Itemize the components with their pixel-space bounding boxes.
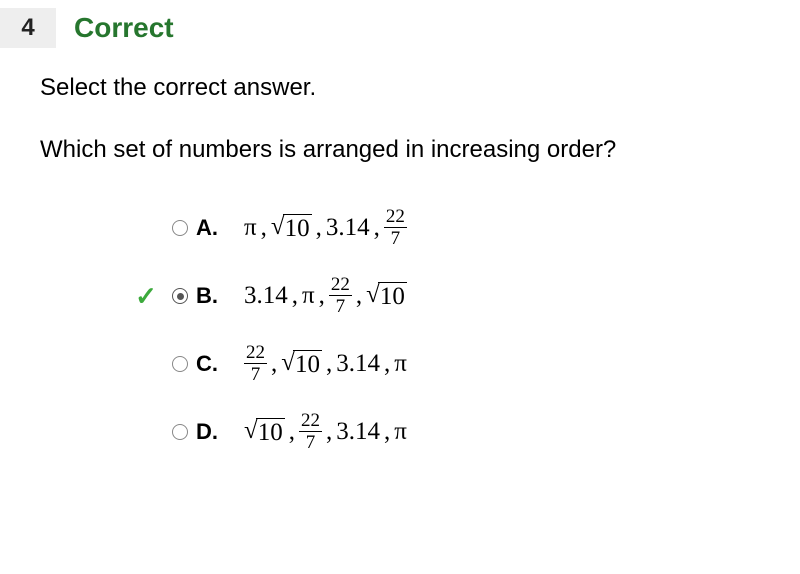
option-answer: √10, 227, 3.14, π xyxy=(244,412,407,453)
term-pi: π xyxy=(244,214,257,242)
term-decimal: 3.14 xyxy=(326,214,370,242)
separator: , xyxy=(261,214,267,242)
correct-mark-col: ✓ xyxy=(128,281,164,312)
option-answer: 227, √10, 3.14, π xyxy=(244,344,407,385)
radio-col xyxy=(164,288,196,304)
term-decimal: 3.14 xyxy=(336,350,380,378)
option-letter: B. xyxy=(196,283,244,309)
radio-col xyxy=(164,356,196,372)
option-row-c[interactable]: C.227, √10, 3.14, π xyxy=(128,342,760,386)
separator: , xyxy=(326,350,332,378)
term-sqrt: √10 xyxy=(271,214,312,243)
separator: , xyxy=(356,282,362,310)
question-body: Select the correct answer. Which set of … xyxy=(0,56,800,454)
term-fraction: 227 xyxy=(329,275,352,316)
question-number-box: 4 xyxy=(0,8,56,48)
option-answer: 3.14, π, 227, √10 xyxy=(244,276,407,317)
separator: , xyxy=(326,418,332,446)
term-fraction: 227 xyxy=(299,411,322,452)
separator: , xyxy=(319,282,325,310)
radio-button[interactable] xyxy=(172,288,188,304)
radio-dot xyxy=(177,293,184,300)
term-decimal: 3.14 xyxy=(336,418,380,446)
term-pi: π xyxy=(394,418,407,446)
option-letter: D. xyxy=(196,419,244,445)
option-letter: A. xyxy=(196,215,244,241)
term-sqrt: √10 xyxy=(281,350,322,379)
separator: , xyxy=(289,418,295,446)
option-answer: π, √10, 3.14, 227 xyxy=(244,208,407,249)
radio-button[interactable] xyxy=(172,220,188,236)
question-number: 4 xyxy=(21,14,34,42)
radio-col xyxy=(164,220,196,236)
question-header: 4 Correct xyxy=(0,0,800,56)
separator: , xyxy=(384,350,390,378)
options-list: A.π, √10, 3.14, 227✓B.3.14, π, 227, √10C… xyxy=(40,206,760,454)
separator: , xyxy=(384,418,390,446)
separator: , xyxy=(292,282,298,310)
separator: , xyxy=(271,350,277,378)
term-sqrt: √10 xyxy=(366,282,407,311)
status-label: Correct xyxy=(74,12,174,44)
option-row-a[interactable]: A.π, √10, 3.14, 227 xyxy=(128,206,760,250)
radio-col xyxy=(164,424,196,440)
option-row-d[interactable]: D.√10, 227, 3.14, π xyxy=(128,410,760,454)
term-decimal: 3.14 xyxy=(244,282,288,310)
term-sqrt: √10 xyxy=(244,418,285,447)
term-pi: π xyxy=(302,282,315,310)
separator: , xyxy=(374,214,380,242)
term-pi: π xyxy=(394,350,407,378)
check-icon: ✓ xyxy=(135,281,157,312)
option-letter: C. xyxy=(196,351,244,377)
option-row-b[interactable]: ✓ B.3.14, π, 227, √10 xyxy=(128,274,760,318)
separator: , xyxy=(316,214,322,242)
term-fraction: 227 xyxy=(384,207,407,248)
question-text: Which set of numbers is arranged in incr… xyxy=(40,136,760,164)
question-prompt: Select the correct answer. xyxy=(40,74,760,102)
term-fraction: 227 xyxy=(244,343,267,384)
radio-button[interactable] xyxy=(172,356,188,372)
radio-button[interactable] xyxy=(172,424,188,440)
